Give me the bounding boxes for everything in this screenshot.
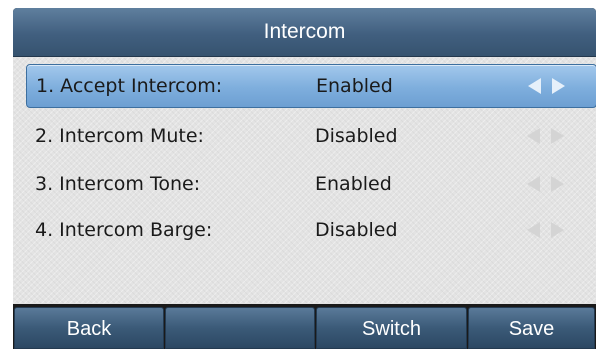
setting-value: Enabled: [315, 173, 392, 195]
phone-bezel: Intercom 1. Accept Intercom: Enabled 2. …: [0, 0, 608, 349]
setting-label: 1. Accept Intercom:: [36, 75, 223, 97]
left-arrow-icon[interactable]: [527, 128, 540, 144]
right-arrow-icon[interactable]: [552, 78, 565, 94]
setting-label: 4. Intercom Barge:: [35, 219, 213, 241]
setting-row-accept-intercom[interactable]: 1. Accept Intercom: Enabled: [26, 64, 596, 108]
screen-title: Intercom: [13, 8, 596, 57]
blank-softkey[interactable]: [165, 307, 315, 349]
setting-row-intercom-tone[interactable]: 3. Intercom Tone: Enabled: [26, 162, 595, 206]
right-arrow-icon[interactable]: [551, 222, 564, 238]
settings-list: 1. Accept Intercom: Enabled 2. Intercom …: [13, 57, 596, 304]
setting-row-intercom-mute[interactable]: 2. Intercom Mute: Disabled: [26, 114, 595, 158]
right-arrow-icon[interactable]: [551, 176, 564, 192]
phone-screen: Intercom 1. Accept Intercom: Enabled 2. …: [13, 8, 596, 349]
left-arrow-icon[interactable]: [527, 176, 540, 192]
save-softkey[interactable]: Save: [468, 307, 595, 349]
left-arrow-icon[interactable]: [528, 78, 541, 94]
setting-label: 2. Intercom Mute:: [35, 125, 204, 147]
back-softkey[interactable]: Back: [14, 307, 164, 349]
softkey-bar: Back Switch Save: [13, 304, 596, 349]
setting-row-intercom-barge[interactable]: 4. Intercom Barge: Disabled: [26, 208, 595, 252]
setting-value: Disabled: [315, 219, 398, 241]
left-arrow-icon[interactable]: [527, 222, 540, 238]
setting-label: 3. Intercom Tone:: [35, 173, 201, 195]
setting-value: Disabled: [315, 125, 398, 147]
right-arrow-icon[interactable]: [551, 128, 564, 144]
setting-value: Enabled: [316, 75, 393, 97]
switch-softkey[interactable]: Switch: [316, 307, 467, 349]
